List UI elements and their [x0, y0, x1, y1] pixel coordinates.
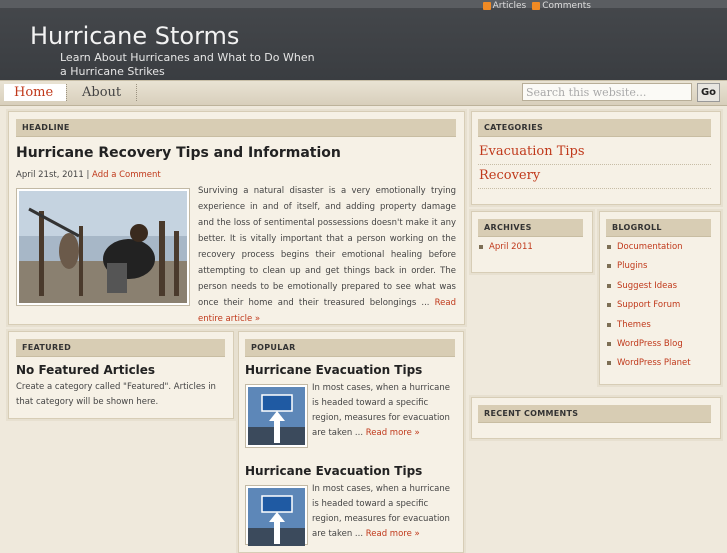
blogroll-link-wordpress-planet[interactable]: WordPress Planet: [607, 358, 691, 368]
bullet-icon: [607, 284, 611, 288]
blogroll-label: WordPress Planet: [617, 358, 691, 368]
blogroll-link-suggest-ideas[interactable]: Suggest Ideas: [607, 281, 677, 291]
nav-about[interactable]: About: [72, 84, 131, 101]
popular-section-title: POPULAR: [245, 339, 455, 357]
header-top-strip: [0, 0, 727, 8]
popular-item-excerpt: In most cases, when a hurricane is heade…: [312, 381, 455, 441]
bullet-icon: [607, 323, 611, 327]
comments-feed-label: Comments: [542, 1, 591, 11]
archive-label: April 2011: [489, 242, 533, 252]
blogroll-link-plugins[interactable]: Plugins: [607, 261, 647, 271]
hurricane-recovery-photo-icon: [19, 191, 187, 303]
featured-section-title: FEATURED: [16, 339, 225, 357]
archives-section-title: ARCHIVES: [478, 219, 583, 237]
blogroll-label: Plugins: [617, 261, 648, 271]
headline-article-title[interactable]: Hurricane Recovery Tips and Information: [16, 145, 341, 161]
archive-link-april-2011[interactable]: April 2011: [479, 242, 533, 252]
popular-item-title[interactable]: Hurricane Evacuation Tips: [245, 464, 422, 478]
blogroll-link-themes[interactable]: Themes: [607, 320, 651, 330]
site-header: Articles Comments Hurricane Storms Learn…: [0, 0, 727, 80]
site-title[interactable]: Hurricane Storms: [30, 22, 239, 50]
blogroll-label: Documentation: [617, 242, 683, 252]
popular-item-title[interactable]: Hurricane Evacuation Tips: [245, 363, 422, 377]
search-input[interactable]: Search this website...: [522, 83, 692, 101]
blogroll-label: WordPress Blog: [617, 339, 683, 349]
feed-links: Articles Comments: [482, 1, 591, 11]
evacuation-route-sign-icon: [248, 387, 305, 445]
category-divider: [478, 188, 711, 189]
featured-text: Create a category called "Featured". Art…: [16, 382, 216, 407]
bullet-icon: [607, 361, 611, 365]
popular-thumbnail[interactable]: [245, 384, 308, 448]
bullet-icon: [607, 342, 611, 346]
blogroll-label: Support Forum: [617, 300, 681, 310]
bullet-icon: [607, 245, 611, 249]
blogroll-link-wordpress-blog[interactable]: WordPress Blog: [607, 339, 683, 349]
category-link-evacuation-tips[interactable]: Evacuation Tips: [479, 144, 585, 159]
headline-section-title: HEADLINE: [16, 119, 456, 137]
blogroll-link-support-forum[interactable]: Support Forum: [607, 300, 680, 310]
articles-feed-link[interactable]: Articles: [482, 1, 527, 11]
rss-icon: [482, 2, 491, 10]
rss-icon: [532, 2, 541, 10]
popular-item-excerpt: In most cases, when a hurricane is heade…: [312, 482, 455, 542]
recent-comments-section-title: RECENT COMMENTS: [478, 405, 711, 423]
bullet-icon: [607, 303, 611, 307]
nav-separator: [136, 84, 138, 101]
headline-date: April 21st, 2011: [16, 170, 84, 180]
nav-separator: [66, 84, 68, 101]
bullet-icon: [479, 245, 483, 249]
categories-section-title: CATEGORIES: [478, 119, 711, 137]
blogroll-section-title: BLOGROLL: [606, 219, 711, 237]
read-more-link[interactable]: Read more »: [366, 529, 420, 539]
headline-meta: April 21st, 2011 | Add a Comment: [16, 170, 161, 180]
nav-home[interactable]: Home: [4, 84, 66, 101]
headline-excerpt-text: Surviving a natural disaster is a very e…: [198, 186, 456, 308]
category-divider: [478, 164, 711, 165]
add-comment-link[interactable]: Add a Comment: [92, 170, 161, 180]
headline-excerpt: Surviving a natural disaster is a very e…: [198, 183, 456, 327]
comments-feed-link[interactable]: Comments: [532, 1, 591, 11]
site-description: Learn About Hurricanes and What to Do Wh…: [60, 51, 315, 78]
meta-separator: |: [86, 170, 90, 180]
evacuation-route-sign-icon: [248, 488, 305, 546]
bullet-icon: [607, 264, 611, 268]
blogroll-label: Suggest Ideas: [617, 281, 678, 291]
popular-thumbnail[interactable]: [245, 485, 308, 546]
articles-feed-label: Articles: [492, 1, 527, 11]
blogroll-label: Themes: [617, 320, 651, 330]
headline-thumbnail[interactable]: [16, 188, 190, 306]
search-go-button[interactable]: Go: [697, 83, 720, 102]
blogroll-link-documentation[interactable]: Documentation: [607, 242, 683, 252]
category-link-recovery[interactable]: Recovery: [479, 168, 540, 183]
read-more-link[interactable]: Read more »: [366, 428, 420, 438]
featured-title: No Featured Articles: [16, 363, 156, 377]
